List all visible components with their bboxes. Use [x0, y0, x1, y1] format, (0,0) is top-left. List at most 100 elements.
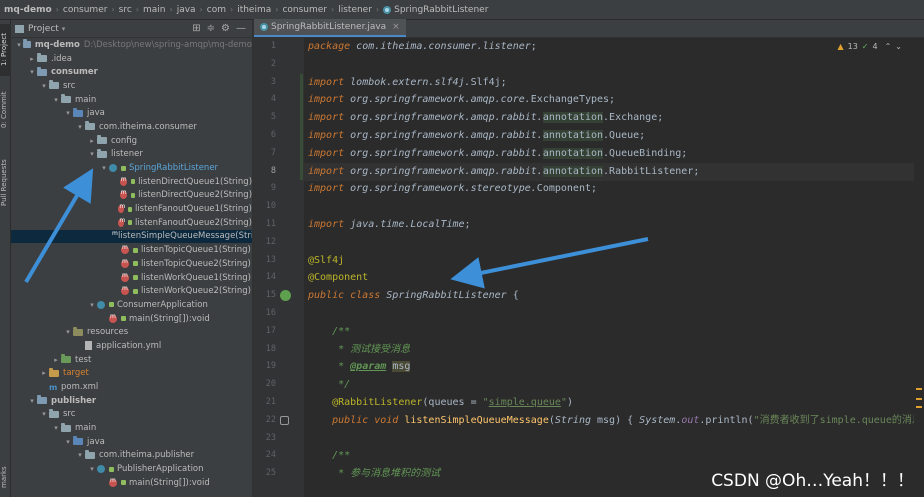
visibility-icon: [130, 179, 136, 185]
tree-item-label: listenWorkQueue2(String): [141, 286, 251, 297]
chevron-down-icon[interactable]: ▾: [75, 451, 85, 459]
chevron-down-icon[interactable]: ▾: [63, 328, 73, 336]
chevron-down-icon[interactable]: ▾: [75, 123, 85, 131]
tree-item[interactable]: ▾ SpringRabbitListener: [11, 161, 252, 175]
tree-item-label: mq-demo: [34, 39, 80, 50]
tree-item[interactable]: ▾ publisher: [11, 394, 252, 408]
project-panel-title[interactable]: Project: [28, 24, 59, 34]
editor-tab[interactable]: SpringRabbitListener.java ×: [254, 19, 406, 37]
tree-item[interactable]: main(String[]):void: [11, 312, 252, 326]
code-line-15: public class SpringRabbitListener {: [308, 290, 519, 302]
tab-project[interactable]: 1: Project: [0, 24, 11, 76]
chevron-down-icon[interactable]: ▾: [63, 109, 73, 117]
folder-resources-icon: [73, 326, 83, 336]
tree-item[interactable]: ▾ consumer: [11, 65, 252, 79]
tree-item[interactable]: ▾ src: [11, 79, 252, 93]
tab-commit[interactable]: 0: Commit: [0, 84, 11, 136]
chevron-down-icon[interactable]: ▾: [15, 41, 23, 49]
chevron-right-icon[interactable]: ▸: [39, 369, 49, 377]
breadcrumb-label: listener: [338, 4, 372, 15]
chevron-down-icon[interactable]: ▾: [27, 68, 37, 76]
breadcrumb-separator: ›: [229, 5, 234, 14]
vcs-change-marker[interactable]: [300, 73, 303, 92]
tree-item[interactable]: ▾ listener: [11, 148, 252, 162]
chevron-down-icon[interactable]: ▾: [87, 465, 97, 473]
tree-item[interactable]: listenDirectQueue2(String): [11, 189, 252, 203]
breadcrumb-item[interactable]: itheima: [237, 5, 271, 15]
tree-item[interactable]: ▾ main: [11, 93, 252, 107]
breadcrumb-item[interactable]: listener: [338, 5, 372, 15]
breadcrumb-label: itheima: [237, 4, 272, 15]
tree-item[interactable]: ▾ main: [11, 421, 252, 435]
breadcrumb-item[interactable]: mq-demo: [4, 5, 52, 15]
chevron-right-icon[interactable]: ▸: [87, 137, 97, 145]
tree-item[interactable]: listenFanoutQueue2(String): [11, 216, 252, 230]
editor-scrollbar[interactable]: [914, 38, 924, 497]
tree-item[interactable]: application.yml: [11, 339, 252, 353]
chevron-down-icon[interactable]: ▾: [62, 25, 66, 33]
tree-item-label: main(String[]):void: [129, 477, 210, 488]
tree-item[interactable]: m pom.xml: [11, 380, 252, 394]
listener-method-icon[interactable]: [280, 415, 289, 425]
tree-item[interactable]: listenTopicQueue1(String): [11, 243, 252, 257]
minimize-icon[interactable]: —: [236, 23, 246, 34]
tree-item[interactable]: ▸ config: [11, 134, 252, 148]
breadcrumb-item[interactable]: src: [119, 5, 132, 15]
chevron-down-icon[interactable]: ▾: [27, 397, 37, 405]
collapse-all-icon[interactable]: ≑: [207, 23, 215, 34]
chevron-down-icon[interactable]: ▾: [87, 301, 97, 309]
tree-item[interactable]: ▾ com.itheima.publisher: [11, 449, 252, 463]
chevron-down-icon[interactable]: ▾: [87, 150, 97, 158]
folder-icon: [61, 94, 71, 104]
breadcrumb-item[interactable]: SpringRabbitListener: [383, 5, 488, 15]
tree-item[interactable]: ▾ ConsumerApplication: [11, 298, 252, 312]
breadcrumb-separator: ›: [111, 5, 115, 14]
chevron-right-icon[interactable]: ▸: [27, 55, 37, 63]
code-line-5: import org.springframework.amqp.rabbit.a…: [308, 112, 664, 124]
tree-item[interactable]: ▸ test: [11, 353, 252, 367]
breadcrumb-item[interactable]: java: [177, 5, 196, 15]
gear-icon[interactable]: ⚙: [221, 23, 230, 34]
tree-item[interactable]: listenTopicQueue2(String): [11, 257, 252, 271]
tree-item[interactable]: ▾ src: [11, 408, 252, 422]
class-icon: [97, 465, 105, 474]
tree-item[interactable]: ▾ java: [11, 106, 252, 120]
tree-item-label: PublisherApplication: [117, 464, 204, 475]
chevron-down-icon[interactable]: ▾: [99, 164, 109, 172]
vcs-change-marker[interactable]: [300, 91, 303, 181]
tree-item[interactable]: ▾ java: [11, 435, 252, 449]
tree-item[interactable]: listenWorkQueue1(String): [11, 271, 252, 285]
chevron-down-icon[interactable]: ▾: [63, 438, 73, 446]
chevron-down-icon[interactable]: ▾: [39, 410, 49, 418]
chevron-down-icon[interactable]: ▾: [39, 82, 49, 90]
tab-pull-requests[interactable]: Pull Requests: [0, 150, 11, 216]
tree-item[interactable]: ▸ .idea: [11, 52, 252, 66]
breadcrumb-item[interactable]: consumer: [282, 5, 327, 15]
tree-item[interactable]: ▾ mq-demo D:\Desktop\new\spring-amqp\mq-de…: [11, 38, 252, 52]
tree-item-label: src: [63, 80, 76, 91]
chevron-down-icon[interactable]: ▾: [51, 424, 61, 432]
folder-icon: [61, 422, 71, 432]
tree-item[interactable]: ▾ resources: [11, 325, 252, 339]
chevron-down-icon[interactable]: ▾: [51, 96, 61, 104]
tab-bookmarks[interactable]: marks: [0, 460, 11, 494]
close-icon[interactable]: ×: [392, 22, 400, 32]
tree-item[interactable]: ▾ PublisherApplication: [11, 462, 252, 476]
tree-item[interactable]: ▾ com.itheima.consumer: [11, 120, 252, 134]
expand-all-icon[interactable]: ⊞: [192, 23, 200, 34]
tree-item-label: config: [111, 135, 138, 146]
tree-item[interactable]: main(String[]):void: [11, 476, 252, 490]
chevron-right-icon[interactable]: ▸: [51, 356, 61, 364]
bean-icon[interactable]: [280, 290, 291, 302]
tree-item[interactable]: listenDirectQueue1(String): [11, 175, 252, 189]
breadcrumb-item[interactable]: consumer: [63, 5, 108, 15]
tree-item[interactable]: listenWorkQueue2(String): [11, 284, 252, 298]
breadcrumb-item[interactable]: com: [207, 5, 226, 15]
tree-item[interactable]: listenSimpleQueueMessage(String): [11, 229, 252, 244]
breadcrumb-item[interactable]: main: [143, 5, 166, 15]
tree-item[interactable]: ▸ target: [11, 367, 252, 381]
class-icon: [97, 300, 105, 309]
code-area[interactable]: package com.itheima.consumer.listener; i…: [304, 38, 924, 497]
tree-item[interactable]: listenFanoutQueue1(String): [11, 202, 252, 216]
line-number: 1: [270, 41, 276, 51]
